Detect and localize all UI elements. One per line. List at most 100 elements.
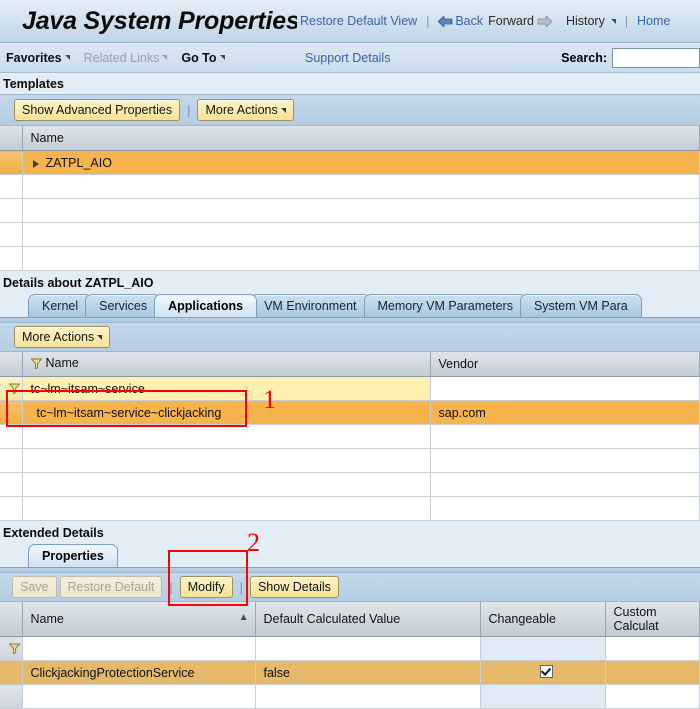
templates-col-name[interactable]: Name [22,126,700,151]
application-name-cell[interactable] [22,448,431,473]
application-vendor-cell[interactable] [430,472,700,497]
template-name-cell[interactable]: ZATPL_AIO [22,150,700,175]
chevron-down-icon [162,55,168,60]
changeable-checkbox[interactable] [540,665,553,678]
property-custom-cell[interactable] [605,684,700,709]
row-selector[interactable] [0,222,23,247]
properties-header-row: Name ▲ Default Calculated Value Changeab… [0,602,700,637]
row-selector[interactable] [0,400,23,425]
row-selector[interactable] [0,448,23,473]
properties-filter-row[interactable] [0,636,700,661]
templates-more-actions-button[interactable]: More Actions [197,99,294,121]
tab-memory-vm-parameters[interactable]: Memory VM Parameters [363,294,527,317]
tab-kernel[interactable]: Kernel [28,294,93,317]
sort-ascending-icon[interactable]: ▲ [239,612,249,623]
application-vendor-cell[interactable] [430,448,700,473]
row-selector[interactable] [0,424,23,449]
tab-applications[interactable]: Applications [154,294,258,317]
table-row[interactable] [0,246,700,271]
home-link[interactable]: Home [637,14,670,28]
filter-icon[interactable] [8,383,21,397]
properties-filter-name[interactable] [22,636,256,661]
templates-select-all-header[interactable] [0,126,23,151]
application-vendor-cell[interactable]: sap.com [430,400,700,425]
properties-filter-custom[interactable] [605,636,700,661]
table-row[interactable] [0,222,700,247]
property-default-value-cell[interactable]: false [255,660,481,685]
support-details-link[interactable]: Support Details [305,51,390,65]
applications-header-row: Name Vendor [0,352,700,377]
properties-col-custom[interactable]: Custom Calculat [605,602,700,637]
search-input[interactable] [612,47,700,68]
template-name-cell[interactable] [22,222,700,247]
applications-more-actions-button[interactable]: More Actions [14,326,111,348]
properties-col-changeable[interactable]: Changeable [480,602,606,637]
back-arrow-icon[interactable] [438,15,453,27]
applications-select-all-header[interactable] [0,352,23,377]
application-name-cell[interactable] [22,472,431,497]
row-selector[interactable] [0,174,23,199]
row-selector[interactable] [0,684,23,709]
restore-default-view-link[interactable]: Restore Default View [300,14,417,28]
table-row[interactable] [0,174,700,199]
template-name-cell[interactable] [22,246,700,271]
table-row[interactable]: ZATPL_AIO [0,150,700,175]
property-default-value-cell[interactable] [255,684,481,709]
show-details-button[interactable]: Show Details [249,576,339,598]
applications-col-vendor[interactable]: Vendor [430,352,700,377]
row-selector[interactable] [0,150,23,175]
template-name-cell[interactable] [22,198,700,223]
property-changeable-cell[interactable] [480,660,606,685]
tab-vm-environment[interactable]: VM Environment [250,294,371,317]
templates-header-row: Name [0,126,700,151]
applications-filter-vendor[interactable] [430,376,700,401]
more-actions-label: More Actions [205,103,278,117]
properties-col-default-value[interactable]: Default Calculated Value [255,602,481,637]
property-name-cell[interactable] [22,684,256,709]
filter-icon[interactable] [8,643,21,657]
table-row[interactable] [0,496,700,521]
back-link[interactable]: Back [455,14,483,28]
application-name-cell[interactable]: tc~lm~itsam~service~clickjacking [22,400,431,425]
filter-row-icon-cell[interactable] [0,636,23,661]
table-row[interactable] [0,198,700,223]
row-selector[interactable] [0,660,23,685]
table-row[interactable] [0,448,700,473]
table-row[interactable]: ClickjackingProtectionService false [0,660,700,685]
table-row[interactable] [0,684,700,709]
properties-filter-default-value[interactable] [255,636,481,661]
property-changeable-cell[interactable] [480,684,606,709]
application-name-cell[interactable] [22,496,431,521]
favorites-menu[interactable]: Favorites [6,51,70,65]
table-row[interactable] [0,424,700,449]
row-selector[interactable] [0,246,23,271]
applications-filter-name[interactable]: tc~lm~itsam~service [22,376,431,401]
property-custom-cell[interactable] [605,660,700,685]
row-selector[interactable] [0,472,23,497]
table-row[interactable] [0,472,700,497]
expand-arrow-icon[interactable] [32,159,39,168]
application-vendor-cell[interactable] [430,496,700,521]
applications-col-name[interactable]: Name [22,352,431,377]
filter-icon[interactable] [29,358,43,372]
history-menu[interactable]: History [566,14,616,28]
application-vendor-cell[interactable] [430,424,700,449]
properties-select-all-header[interactable] [0,602,23,637]
properties-filter-changeable[interactable] [480,636,606,661]
go-to-menu[interactable]: Go To [181,51,225,65]
tab-services[interactable]: Services [85,294,162,317]
row-selector[interactable] [0,496,23,521]
show-advanced-properties-button[interactable]: Show Advanced Properties [14,99,181,121]
row-selector[interactable] [0,198,23,223]
tab-system-vm-parameters[interactable]: System VM Para [519,294,642,317]
applications-filter-row[interactable]: tc~lm~itsam~service [0,376,700,401]
tab-properties[interactable]: Properties [28,544,118,567]
template-name-cell[interactable] [22,174,700,199]
templates-section-title: Templates [0,73,700,94]
application-name-cell[interactable] [22,424,431,449]
filter-row-icon-cell[interactable] [0,376,23,401]
property-name-cell[interactable]: ClickjackingProtectionService [22,660,256,685]
table-row[interactable]: tc~lm~itsam~service~clickjacking sap.com [0,400,700,425]
properties-col-name[interactable]: Name ▲ [22,602,256,637]
modify-button[interactable]: Modify [179,576,233,598]
